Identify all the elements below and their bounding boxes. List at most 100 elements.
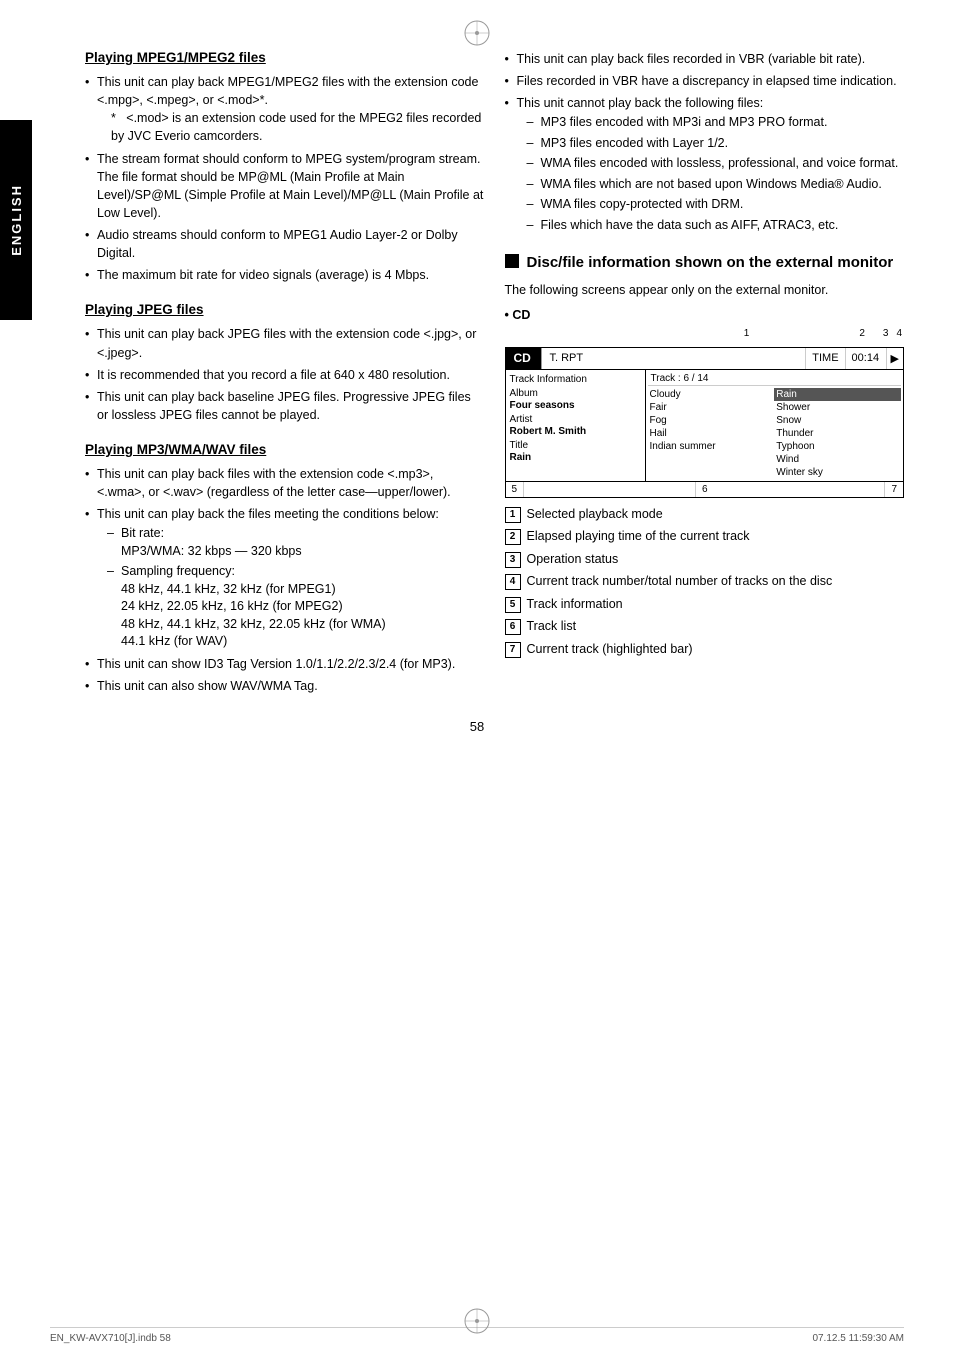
legend-item-5: 5 Track information [505,596,905,614]
bottom-compass-decoration [462,1306,492,1336]
title-value: Rain [510,452,641,463]
legend-num: 4 [505,574,521,590]
list-item: It is recommended that you record a file… [85,366,485,384]
track-info-label: Track Information [510,374,641,385]
list-item: This unit can play back files with the e… [85,465,485,501]
corner-num-2: 2 [859,328,865,339]
cd-diagram-wrapper: 1 2 3 4 CD T. RPT TIME [505,328,905,498]
track-item: Thunder [774,427,901,440]
legend-text: Selected playback mode [527,506,663,524]
legend-text: Current track number/total number of tra… [527,573,833,591]
jpeg-section-title: Playing JPEG files [85,302,485,317]
legend-item-3: 3 Operation status [505,551,905,569]
tracks-left: Cloudy Fair Fog Hail Indian summer [648,388,775,479]
legend-num: 2 [505,529,521,545]
cd-label-cell: CD [506,348,542,369]
corner-num-3: 3 [883,328,889,339]
cd-label: • CD [505,308,905,322]
conditions-list: Bit rate:MP3/WMA: 32 kbps — 320 kbps Sam… [97,525,485,651]
legend-num: 5 [505,597,521,613]
track-item: Fair [648,401,775,414]
list-item: This unit can play back the files meetin… [85,505,485,651]
list-item: Sampling frequency:48 kHz, 44.1 kHz, 32 … [107,563,485,651]
list-item: This unit can play back JPEG files with … [85,325,485,361]
section-intro: The following screens appear only on the… [505,281,905,299]
list-item: This unit can play back baseline JPEG fi… [85,388,485,424]
album-label: Album [510,388,641,399]
page-number: 58 [50,719,904,744]
list-item: This unit can play back files recorded i… [505,50,905,68]
list-item: WMA files which are not based upon Windo… [527,176,905,194]
legend-item-1: 1 Selected playback mode [505,506,905,524]
legend-item-6: 6 Track list [505,618,905,636]
cd-playlist: Track : 6 / 14 Cloudy Fair Fog Hail Indi… [646,370,904,481]
mp3-section-title: Playing MP3/WMA/WAV files [85,442,485,457]
list-item: WMA files encoded with lossless, profess… [527,155,905,173]
tracks-right: Rain Shower Snow Thunder Typhoon Wind Wi… [774,388,901,479]
bottom-num-5: 5 [506,482,525,497]
legend-num: 7 [505,642,521,658]
legend-num: 1 [505,507,521,523]
cd-body: Track Information Album Four seasons Art… [506,370,904,481]
cannot-play-list: MP3 files encoded with MP3i and MP3 PRO … [517,114,905,234]
legend-text: Elapsed playing time of the current trac… [527,528,750,546]
bottom-spacer2 [714,482,885,497]
list-item: This unit can show ID3 Tag Version 1.0/1… [85,655,485,673]
legend-item-2: 2 Elapsed playing time of the current tr… [505,528,905,546]
legend-item-4: 4 Current track number/total number of t… [505,573,905,591]
track-item: Snow [774,414,901,427]
track-item: Cloudy [648,388,775,401]
cd-mode-cell: T. RPT [542,348,807,369]
jpeg-list: This unit can play back JPEG files with … [85,325,485,424]
cd-diagram: CD T. RPT TIME 00:14 ▶ [505,347,905,498]
bottom-spacer [524,482,695,497]
list-item: Files recorded in VBR have a discrepancy… [505,72,905,90]
artist-value: Robert M. Smith [510,426,641,437]
cd-track-info: Track Information Album Four seasons Art… [506,370,646,481]
footer-left: EN_KW-AVX710[J].indb 58 [50,1333,171,1344]
main-content: Playing MPEG1/MPEG2 files This unit can … [50,50,904,699]
list-item: This unit can also show WAV/WMA Tag. [85,677,485,695]
album-value: Four seasons [510,400,641,411]
mpeg-section-title: Playing MPEG1/MPEG2 files [85,50,485,65]
mp3-list: This unit can play back files with the e… [85,465,485,695]
list-item: The stream format should conform to MPEG… [85,150,485,223]
bottom-num-7: 7 [884,482,903,497]
list-item: MP3 files encoded with Layer 1/2. [527,135,905,153]
track-item: Fog [648,414,775,427]
disc-section-title: Disc/file information shown on the exter… [505,252,905,273]
artist-label: Artist [510,414,641,425]
track-item-highlighted: Rain [774,388,901,401]
cd-bottom-bar: 5 6 7 [506,481,904,497]
list-item: This unit cannot play back the following… [505,94,905,234]
left-column: Playing MPEG1/MPEG2 files This unit can … [85,50,485,699]
cd-top-bar: CD T. RPT TIME 00:14 ▶ [506,348,904,370]
legend-num: 6 [505,619,521,635]
list-item: This unit can play back MPEG1/MPEG2 file… [85,73,485,146]
legend-text: Track information [527,596,623,614]
bottom-num-6: 6 [695,482,714,497]
mpeg-list: This unit can play back MPEG1/MPEG2 file… [85,73,485,284]
title-label: Title [510,440,641,451]
track-item: Shower [774,401,901,414]
track-item: Typhoon [774,440,901,453]
tracks-container: Cloudy Fair Fog Hail Indian summer Rain … [648,388,902,479]
corner-num-4: 4 [896,328,902,339]
right-column: This unit can play back files recorded i… [505,50,905,699]
track-item: Wind [774,453,901,466]
cd-time-value-cell: 00:14 [846,348,886,369]
legend-text: Current track (highlighted bar) [527,641,693,659]
legend-text: Track list [527,618,577,636]
list-item: Bit rate:MP3/WMA: 32 kbps — 320 kbps [107,525,485,560]
track-item: Winter sky [774,466,901,479]
cd-play-icon: ▶ [886,348,903,369]
legend-item-7: 7 Current track (highlighted bar) [505,641,905,659]
list-item: WMA files copy-protected with DRM. [527,196,905,214]
list-item: MP3 files encoded with MP3i and MP3 PRO … [527,114,905,132]
footer-right: 07.12.5 11:59:30 AM [812,1333,904,1344]
black-square-icon [505,254,519,268]
track-header: Track : 6 / 14 [648,372,902,386]
list-item: The maximum bit rate for video signals (… [85,266,485,284]
legend-list: 1 Selected playback mode 2 Elapsed playi… [505,506,905,659]
page-content: Playing MPEG1/MPEG2 files This unit can … [0,0,954,1354]
